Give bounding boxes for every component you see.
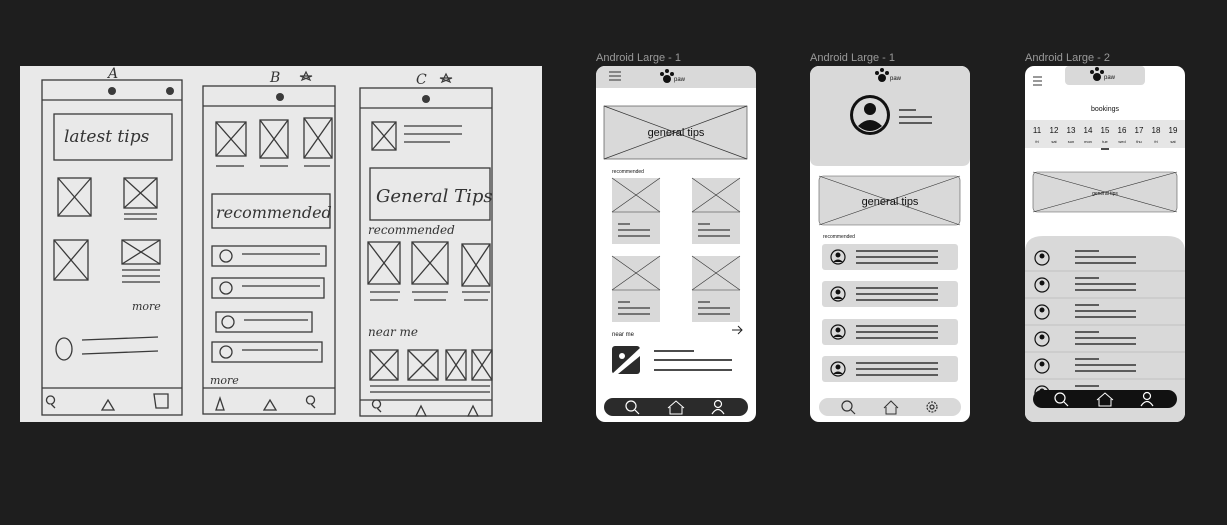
day-number: 17	[1135, 126, 1144, 135]
sketch-recommended-c: recommended	[368, 223, 455, 237]
logo-text: paw	[890, 76, 902, 82]
day-number: 14	[1084, 126, 1093, 135]
frame-1-wireframe: paw general tips recommended near me	[596, 66, 756, 416]
recommended-card[interactable]	[691, 177, 741, 244]
banner-text: general tips	[862, 196, 919, 208]
frame-2-wireframe: paw general tips recommended	[810, 66, 970, 416]
frame-1-label: Android Large - 1	[596, 52, 681, 64]
recommended-card[interactable]	[691, 255, 741, 322]
sketch-label-c: C	[416, 72, 427, 88]
list-item[interactable]	[822, 319, 958, 345]
sketch-panel-b	[202, 85, 336, 415]
frame-3-label: Android Large - 2	[1025, 52, 1110, 64]
logo-text: paw	[674, 77, 686, 83]
day-name: fri	[1154, 139, 1157, 144]
frame-3: paw bookings 11 fri 12 sat 13 sun 14 mon 15 tue 16…	[1025, 66, 1185, 422]
frame-2: paw general tips recommended	[810, 66, 970, 422]
frame-3-wireframe: paw bookings 11 fri 12 sat 13 sun 14 mon 15 tue 16…	[1025, 66, 1185, 422]
paper-sketch-photo: A B C latest tips more recommended more …	[20, 66, 542, 422]
list-item[interactable]	[822, 281, 958, 307]
general-tips-banner[interactable]: general tips	[1032, 171, 1178, 213]
frame-2-label: Android Large - 1	[810, 52, 895, 64]
day-number: 15	[1101, 126, 1110, 135]
sketch-general-tips-text: General Tips	[376, 186, 493, 207]
day-name: sun	[1068, 139, 1074, 144]
banner-text: general tips	[1092, 191, 1118, 197]
day-number: 11	[1033, 126, 1042, 135]
sketch-near-me-c: near me	[368, 325, 418, 339]
banner-text: general tips	[648, 127, 705, 139]
day-name: sat	[1170, 139, 1176, 144]
general-tips-banner[interactable]: general tips	[603, 105, 748, 160]
day-name: mon	[1084, 139, 1092, 144]
general-tips-banner[interactable]: general tips	[818, 175, 961, 226]
recommended-heading: recommended	[823, 234, 855, 240]
sketch-more-b: more	[210, 374, 239, 387]
list-item[interactable]	[822, 356, 958, 382]
recommended-card[interactable]	[611, 255, 661, 322]
day-number: 16	[1118, 126, 1127, 135]
day-number: 19	[1169, 126, 1178, 135]
near-me-heading: near me	[612, 332, 635, 338]
sketch-latest-tips-text: latest tips	[64, 127, 150, 147]
list-item[interactable]	[822, 244, 958, 270]
day-name: thu	[1136, 139, 1142, 144]
sketch-drawing: A B C latest tips more recommended more …	[41, 66, 493, 417]
day-name: wed	[1118, 139, 1125, 144]
sketch-label-a: A	[106, 66, 118, 82]
sketch-recommended-text: recommended	[216, 203, 332, 222]
arrow-right-icon[interactable]	[732, 325, 743, 335]
bookings-title: bookings	[1091, 106, 1120, 113]
day-number: 18	[1152, 126, 1161, 135]
day-number: 13	[1067, 126, 1076, 135]
bottom-nav-bar	[819, 398, 961, 416]
frame-1: paw general tips recommended near me	[596, 66, 756, 422]
image-placeholder-icon	[612, 346, 640, 374]
recommended-heading: recommended	[612, 169, 644, 175]
sketch-label-b: B	[269, 70, 280, 86]
day-name: fri	[1035, 139, 1038, 144]
menu-icon[interactable]	[1033, 76, 1042, 86]
day-name: tue	[1102, 139, 1108, 144]
day-name: sat	[1051, 139, 1057, 144]
logo-text: paw	[1104, 75, 1116, 81]
recommended-card[interactable]	[611, 177, 661, 244]
avatar-icon[interactable]	[850, 95, 890, 135]
sketch-more-a: more	[132, 300, 161, 313]
day-number: 12	[1050, 126, 1059, 135]
